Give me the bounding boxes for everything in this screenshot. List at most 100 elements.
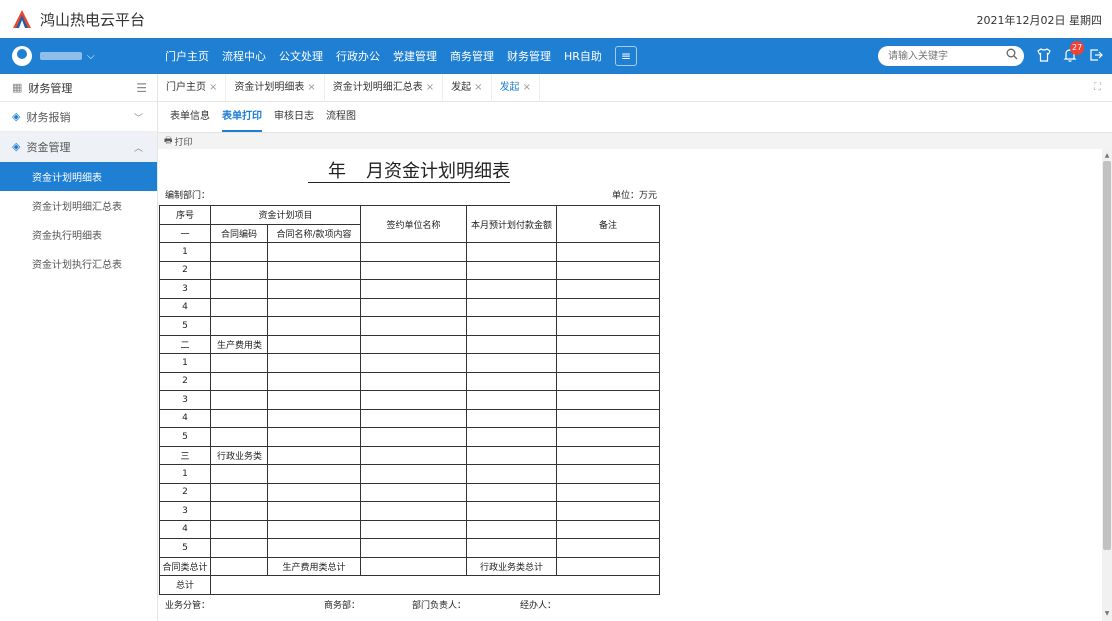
table-cell[interactable] xyxy=(466,316,558,336)
table-cell[interactable] xyxy=(556,260,661,280)
table-cell[interactable] xyxy=(466,445,558,465)
table-cell[interactable] xyxy=(360,445,468,465)
close-icon[interactable]: × xyxy=(209,82,217,93)
menu-item-6[interactable]: 财务管理 xyxy=(507,48,551,64)
shirt-icon[interactable] xyxy=(1036,47,1052,67)
table-cell[interactable] xyxy=(466,279,558,299)
fullscreen-icon[interactable]: ⛶ xyxy=(1094,82,1104,93)
menu-item-7[interactable]: HR自助 xyxy=(564,48,602,64)
table-cell[interactable] xyxy=(360,242,468,262)
menu-item-4[interactable]: 党建管理 xyxy=(393,48,437,64)
hamburger-menu-icon[interactable]: ≡ xyxy=(614,46,637,66)
avatar[interactable] xyxy=(12,46,32,66)
table-cell[interactable] xyxy=(466,538,558,558)
scrollbar-thumb[interactable] xyxy=(1103,161,1111,550)
table-cell[interactable] xyxy=(466,297,558,317)
table-cell[interactable] xyxy=(556,242,661,262)
menu-item-1[interactable]: 流程中心 xyxy=(222,48,266,64)
table-cell[interactable] xyxy=(266,242,362,262)
table-cell[interactable] xyxy=(556,501,661,521)
table-cell[interactable] xyxy=(556,464,661,484)
close-icon[interactable]: × xyxy=(523,82,531,93)
table-cell[interactable] xyxy=(556,445,661,465)
table-cell[interactable] xyxy=(360,482,468,502)
table-cell[interactable] xyxy=(556,297,661,317)
table-cell[interactable] xyxy=(266,279,362,299)
table-cell[interactable] xyxy=(466,260,558,280)
table-cell[interactable] xyxy=(360,519,468,539)
table-cell[interactable] xyxy=(360,334,468,354)
chevron-down-icon[interactable]: ﹀ xyxy=(134,111,143,124)
table-cell[interactable] xyxy=(466,482,558,502)
tab-4[interactable]: 发起 × xyxy=(492,73,540,102)
table-cell[interactable] xyxy=(266,445,362,465)
menu-item-0[interactable]: 门户主页 xyxy=(165,48,209,64)
table-cell[interactable] xyxy=(266,316,362,336)
table-cell[interactable] xyxy=(556,427,661,447)
table-cell[interactable] xyxy=(360,408,468,428)
table-cell[interactable] xyxy=(556,390,661,410)
sidebar-item-1-1[interactable]: 资金计划明细汇总表 xyxy=(0,191,157,220)
table-cell[interactable] xyxy=(266,427,362,447)
subtab-3[interactable]: 流程图 xyxy=(326,102,356,132)
table-cell[interactable] xyxy=(466,519,558,539)
table-cell[interactable] xyxy=(556,279,661,299)
table-cell[interactable] xyxy=(556,519,661,539)
table-cell[interactable] xyxy=(466,242,558,262)
table-cell[interactable] xyxy=(266,408,362,428)
search-icon[interactable] xyxy=(1006,48,1020,62)
sidebar-group-0[interactable]: ◈ 财务报销 ﹀ xyxy=(0,102,157,132)
table-cell[interactable] xyxy=(266,371,362,391)
close-icon[interactable]: × xyxy=(474,82,482,93)
search-input[interactable] xyxy=(878,46,1024,66)
table-cell[interactable] xyxy=(266,519,362,539)
table-cell[interactable] xyxy=(266,464,362,484)
menu-item-2[interactable]: 公文处理 xyxy=(279,48,323,64)
grand-total-value[interactable] xyxy=(209,575,661,595)
table-cell[interactable] xyxy=(466,353,558,373)
table-cell[interactable] xyxy=(556,334,661,354)
tab-3[interactable]: 发起 × xyxy=(443,73,492,102)
tab-1[interactable]: 资金计划明细表 × xyxy=(226,73,325,102)
table-cell[interactable] xyxy=(466,390,558,410)
table-cell[interactable] xyxy=(556,482,661,502)
user-name-masked[interactable] xyxy=(40,52,82,60)
table-cell[interactable] xyxy=(556,371,661,391)
table-cell[interactable] xyxy=(266,538,362,558)
print-button[interactable]: 打印 xyxy=(175,135,193,148)
sidebar-item-1-3[interactable]: 资金计划执行汇总表 xyxy=(0,249,157,278)
subtab-0[interactable]: 表单信息 xyxy=(170,102,210,132)
collapse-sidebar-icon[interactable]: ☰ xyxy=(136,81,147,95)
table-cell[interactable] xyxy=(266,334,362,354)
table-cell[interactable] xyxy=(266,260,362,280)
subtab-2[interactable]: 审核日志 xyxy=(274,102,314,132)
table-cell[interactable] xyxy=(360,501,468,521)
table-cell[interactable] xyxy=(360,464,468,484)
sidebar-item-1-2[interactable]: 资金执行明细表 xyxy=(0,220,157,249)
chevron-down-icon[interactable]: ⌵ xyxy=(87,51,95,62)
contract-total-value[interactable] xyxy=(210,556,268,576)
print-icon[interactable]: 🖶 xyxy=(164,133,173,149)
table-cell[interactable] xyxy=(556,538,661,558)
table-cell[interactable] xyxy=(466,427,558,447)
tab-2[interactable]: 资金计划明细汇总表 × xyxy=(325,73,444,102)
table-cell[interactable] xyxy=(556,353,661,373)
table-cell[interactable] xyxy=(466,408,558,428)
subtab-1[interactable]: 表单打印 xyxy=(222,102,262,132)
close-icon[interactable]: × xyxy=(426,82,434,93)
table-cell[interactable] xyxy=(556,408,661,428)
table-cell[interactable] xyxy=(360,297,468,317)
table-cell[interactable] xyxy=(360,371,468,391)
admin-total-value[interactable] xyxy=(556,556,661,576)
tab-0[interactable]: 门户主页 × xyxy=(158,73,227,102)
table-cell[interactable] xyxy=(466,371,558,391)
table-cell[interactable] xyxy=(466,464,558,484)
table-cell[interactable] xyxy=(466,501,558,521)
table-cell[interactable] xyxy=(360,260,468,280)
production-total-value[interactable] xyxy=(360,556,468,576)
table-cell[interactable] xyxy=(360,279,468,299)
table-cell[interactable] xyxy=(266,297,362,317)
table-cell[interactable] xyxy=(266,390,362,410)
table-cell[interactable] xyxy=(266,501,362,521)
scroll-down-icon[interactable]: ▼ xyxy=(1102,610,1112,620)
